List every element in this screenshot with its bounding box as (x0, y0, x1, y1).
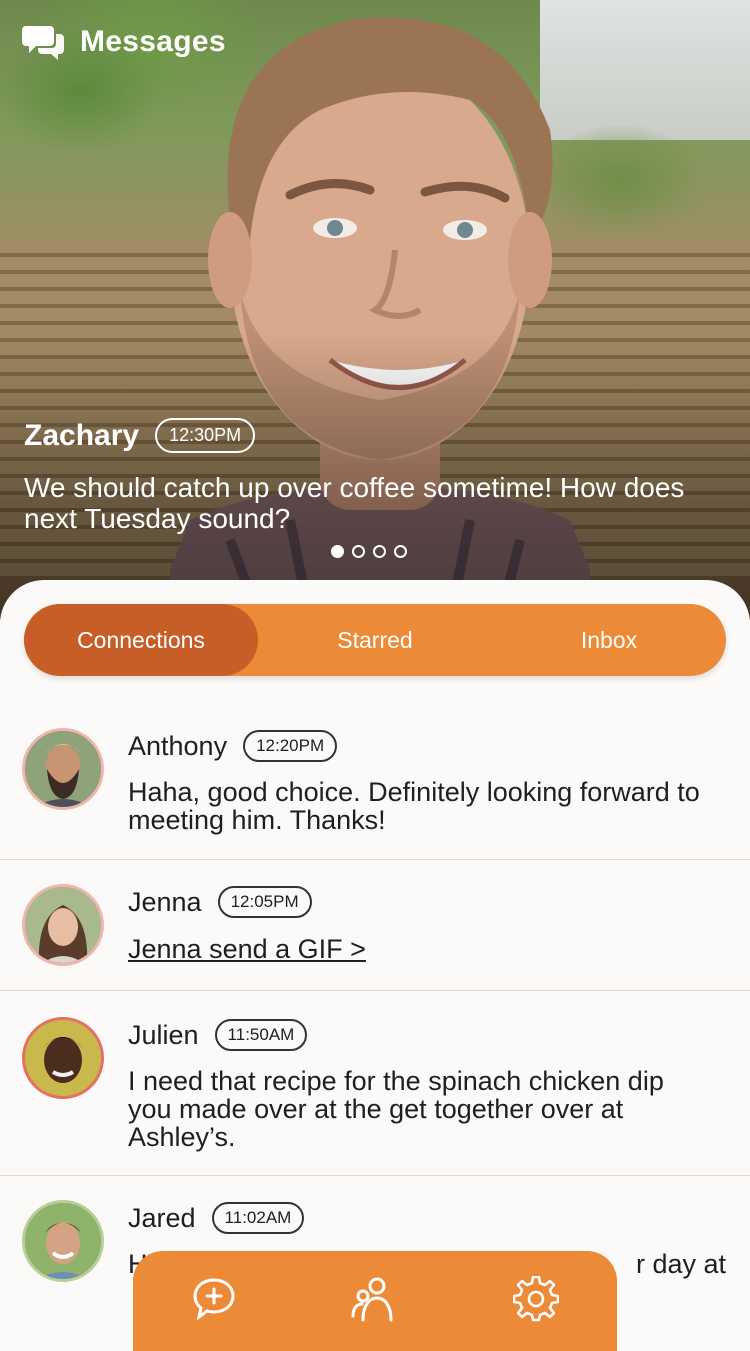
featured-contact-name: Zachary (24, 418, 140, 452)
carousel-dot[interactable] (373, 545, 386, 558)
message-preview: Haha, good choice. Definitely looking fo… (128, 777, 700, 835)
featured-header: Zachary 12:30PM (24, 418, 256, 453)
timestamp-badge: 11:50AM (214, 1019, 308, 1051)
contact-name: Jared (128, 1202, 196, 1233)
message-content: Anthony 12:20PM Haha, good choice. Defin… (128, 730, 710, 834)
bottom-nav-bar (133, 1251, 617, 1351)
featured-message-hero[interactable]: Messages Zachary 12:30PM We should catch… (0, 0, 750, 620)
page-title: Messages (80, 25, 226, 58)
gif-message-link[interactable]: Jenna send a GIF > (128, 934, 366, 965)
avatar (22, 728, 104, 810)
tab-bar: Connections Starred Inbox (24, 604, 726, 676)
carousel-indicator[interactable] (331, 545, 407, 558)
app-header: Messages (22, 22, 226, 62)
message-row[interactable]: Julien 11:50AM I need that recipe for th… (0, 991, 750, 1176)
carousel-dot[interactable] (331, 545, 344, 558)
message-header: Jared 11:02AM (128, 1202, 710, 1234)
tab-starred[interactable]: Starred (258, 604, 492, 676)
avatar (22, 1017, 104, 1099)
chat-bubbles-icon (22, 26, 64, 60)
featured-message-text: We should catch up over coffee sometime!… (24, 472, 685, 534)
timestamp-badge: 12:20PM (243, 730, 338, 762)
message-preview: I need that recipe for the spinach chick… (128, 1066, 664, 1152)
message-list: Anthony 12:20PM Haha, good choice. Defin… (0, 706, 750, 1336)
timestamp-badge: 12:05PM (217, 886, 312, 918)
carousel-dot[interactable] (352, 545, 365, 558)
new-message-button[interactable] (184, 1269, 244, 1329)
carousel-dot[interactable] (394, 545, 407, 558)
contact-name: Julien (128, 1019, 199, 1050)
avatar (22, 1200, 104, 1282)
tab-inbox[interactable]: Inbox (492, 604, 726, 676)
contacts-icon (351, 1277, 393, 1322)
tab-connections[interactable]: Connections (24, 604, 258, 676)
message-preview-end: r day at (635, 1249, 726, 1279)
message-header: Julien 11:50AM (128, 1019, 710, 1051)
new-message-icon (193, 1278, 235, 1321)
message-row[interactable]: Jenna 12:05PM Jenna send a GIF > (0, 860, 750, 991)
contact-name: Anthony (128, 730, 228, 761)
settings-gear-icon (513, 1276, 560, 1322)
contacts-button[interactable] (345, 1269, 405, 1329)
message-content: Jenna 12:05PM Jenna send a GIF > (128, 886, 710, 965)
message-content: Julien 11:50AM I need that recipe for th… (128, 1019, 710, 1151)
avatar (22, 884, 104, 966)
timestamp-badge: 11:02AM (211, 1202, 305, 1234)
settings-button[interactable] (506, 1269, 566, 1329)
contact-name: Jenna (128, 886, 202, 917)
message-header: Anthony 12:20PM (128, 730, 710, 762)
message-header: Jenna 12:05PM (128, 886, 710, 918)
message-row[interactable]: Anthony 12:20PM Haha, good choice. Defin… (0, 706, 750, 860)
featured-timestamp-badge: 12:30PM (155, 418, 256, 453)
